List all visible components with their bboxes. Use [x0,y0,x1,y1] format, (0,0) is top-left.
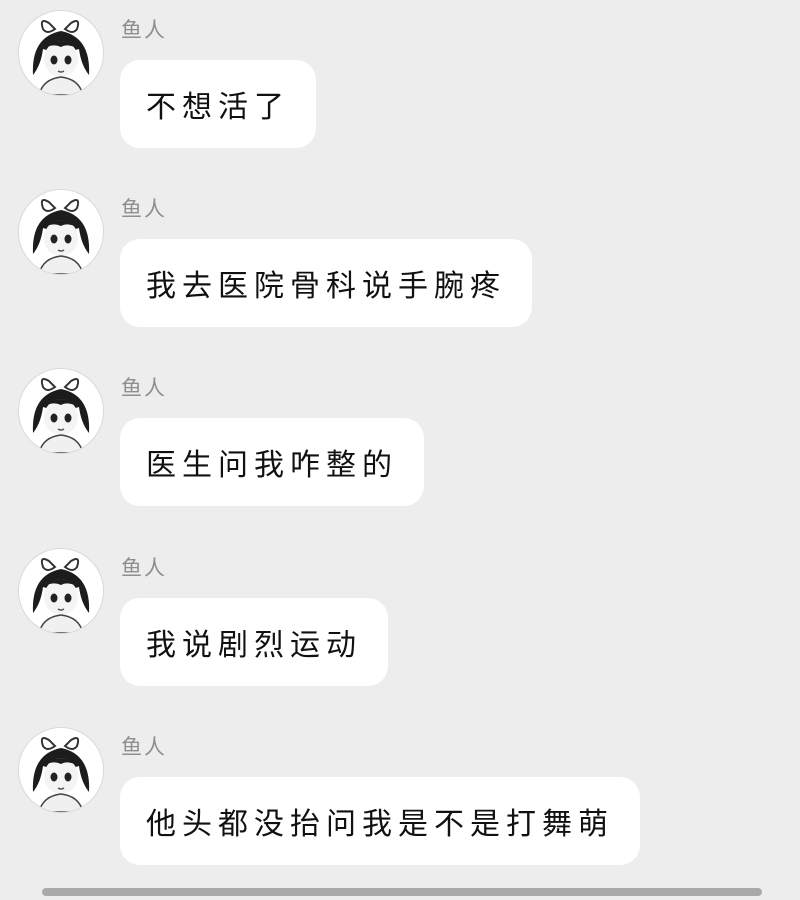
horizontal-scrollbar[interactable] [42,888,762,896]
message-bubble[interactable]: 医生问我咋整的 [120,418,424,506]
anime-girl-avatar-icon[interactable] [18,368,104,454]
message-bubble[interactable]: 我去医院骨科说手腕疼 [120,239,532,327]
anime-girl-avatar-icon[interactable] [18,727,104,813]
message-bubble[interactable]: 我说剧烈运动 [120,598,388,686]
message-row: 鱼人 我去医院骨科说手腕疼 [0,179,800,349]
message-row: 鱼人 他头都没抬问我是不是打舞萌 [0,717,800,887]
sender-name: 鱼人 [121,18,167,42]
sender-name: 鱼人 [121,376,167,400]
chat-window[interactable]: 鱼人 不想活了 鱼人 我去医院骨科说手腕疼 鱼人 医生问我咋整的 鱼人 我说剧烈… [0,0,800,900]
message-bubble[interactable]: 他头都没抬问我是不是打舞萌 [120,777,640,865]
message-bubble[interactable]: 不想活了 [120,60,316,148]
message-row: 鱼人 医生问我咋整的 [0,358,800,528]
sender-name: 鱼人 [121,556,167,580]
anime-girl-avatar-icon[interactable] [18,189,104,275]
anime-girl-avatar-icon[interactable] [18,548,104,634]
sender-name: 鱼人 [121,197,167,221]
anime-girl-avatar-icon[interactable] [18,10,104,96]
sender-name: 鱼人 [121,735,167,759]
message-row: 鱼人 我说剧烈运动 [0,538,800,708]
message-row: 鱼人 不想活了 [0,0,800,170]
